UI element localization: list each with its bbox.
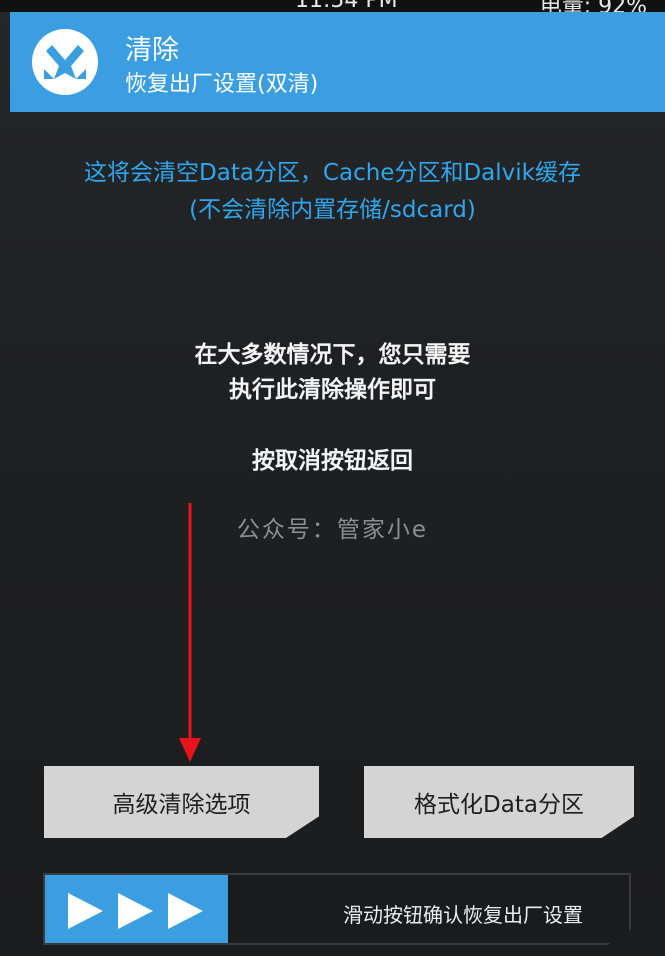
format-data-button[interactable]: 格式化Data分区 [364, 766, 634, 838]
swipe-to-confirm-slider[interactable]: 滑动按钮确认恢复出厂设置 [43, 873, 631, 945]
slider-label: 滑动按钮确认恢复出厂设置 [343, 903, 583, 927]
advanced-wipe-button[interactable]: 高级清除选项 [44, 766, 319, 838]
slider-handle[interactable] [45, 875, 228, 943]
play-arrows-icon [68, 893, 203, 929]
